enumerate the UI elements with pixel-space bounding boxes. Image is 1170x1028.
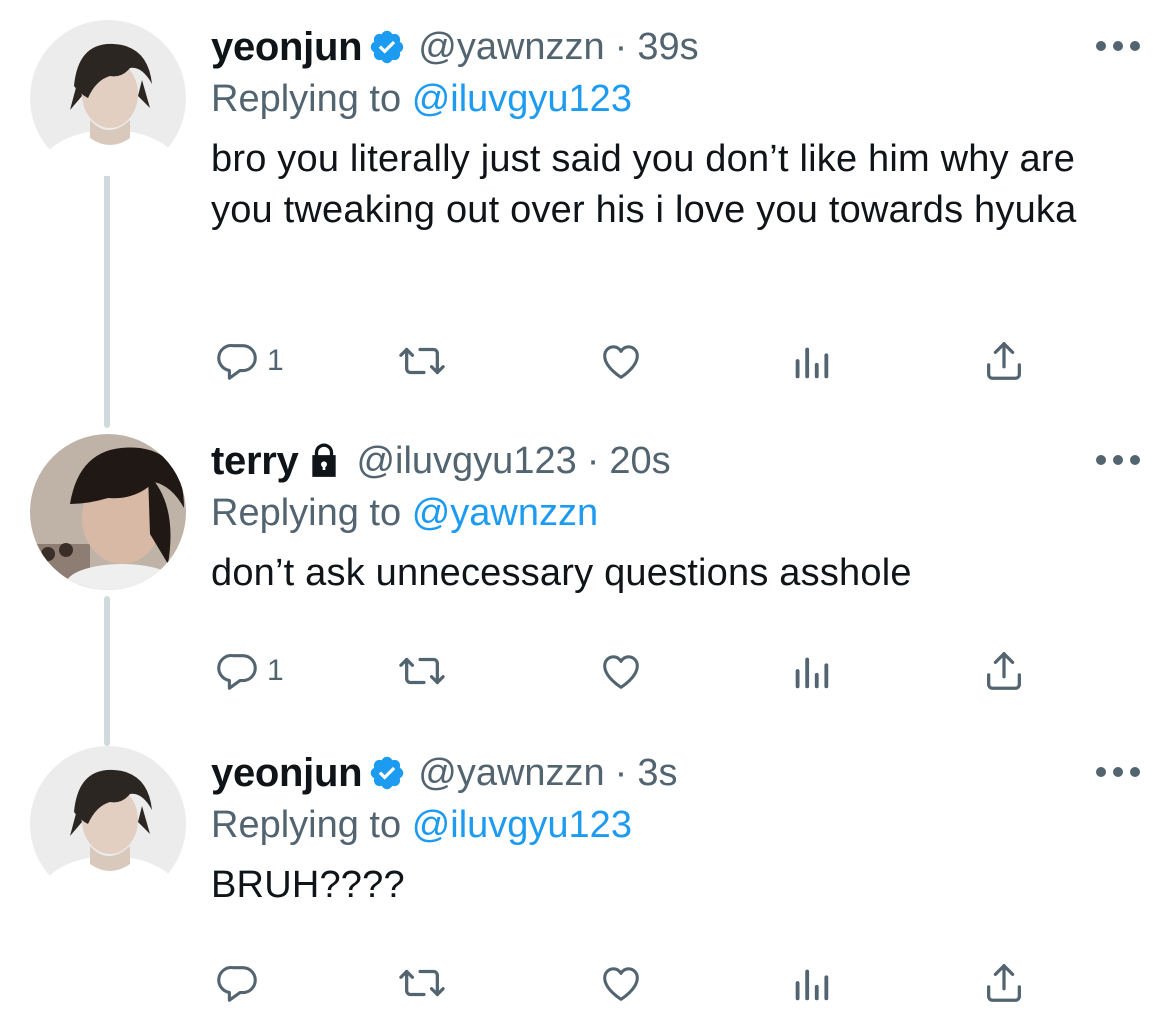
views-icon bbox=[795, 347, 829, 379]
conversation-thread: yeonjun @yawnzzn · 39s Replying to @iluv… bbox=[0, 0, 1170, 1028]
more-dot bbox=[1113, 455, 1123, 465]
share-icon bbox=[987, 342, 1021, 380]
replying-to: Replying to @yawnzzn bbox=[211, 488, 1111, 538]
timestamp[interactable]: 20s bbox=[609, 440, 670, 483]
replying-to: Replying to @iluvgyu123 bbox=[211, 800, 1111, 850]
like-icon bbox=[603, 655, 639, 689]
like-icon bbox=[603, 967, 639, 1001]
tweet[interactable]: terry @iluvgyu123 · 20s Replying to @yaw… bbox=[0, 434, 1170, 734]
reply-count: 1 bbox=[267, 654, 284, 687]
like-button[interactable] bbox=[597, 958, 645, 1008]
avatar[interactable] bbox=[30, 20, 186, 176]
avatar[interactable] bbox=[30, 746, 186, 902]
retweet-icon bbox=[399, 969, 445, 997]
more-dot bbox=[1130, 455, 1140, 465]
author-handle[interactable]: @iluvgyu123 bbox=[356, 440, 576, 483]
views-button[interactable] bbox=[791, 336, 831, 386]
share-button[interactable] bbox=[981, 646, 1027, 696]
tweet[interactable]: yeonjun @yawnzzn · 3s Replying to @iluvg… bbox=[0, 746, 1170, 1028]
retweet-icon bbox=[399, 347, 445, 375]
reply-icon bbox=[217, 966, 257, 1002]
more-dot bbox=[1096, 455, 1106, 465]
reply-button[interactable] bbox=[215, 958, 267, 1008]
more-dot bbox=[1113, 767, 1123, 777]
more-dot bbox=[1130, 767, 1140, 777]
retweet-icon bbox=[399, 657, 445, 685]
like-icon bbox=[603, 345, 639, 379]
avatar-image-yeonjun bbox=[30, 746, 186, 902]
verified-badge-icon bbox=[368, 28, 406, 66]
views-button[interactable] bbox=[791, 646, 831, 696]
share-icon bbox=[987, 964, 1021, 1002]
tweet-actions: 1 bbox=[211, 336, 1041, 386]
share-icon bbox=[987, 652, 1021, 690]
tweet[interactable]: yeonjun @yawnzzn · 39s Replying to @iluv… bbox=[0, 20, 1170, 400]
like-button[interactable] bbox=[597, 646, 645, 696]
author-name[interactable]: yeonjun bbox=[211, 751, 363, 796]
avatar[interactable] bbox=[30, 434, 186, 590]
like-button[interactable] bbox=[597, 336, 645, 386]
replying-to-link[interactable]: @iluvgyu123 bbox=[412, 78, 632, 120]
author-handle[interactable]: @yawnzzn bbox=[418, 752, 604, 795]
verified-badge-icon bbox=[368, 754, 406, 792]
separator-dot: · bbox=[586, 439, 600, 482]
replying-to-link[interactable]: @iluvgyu123 bbox=[412, 804, 632, 846]
separator-dot: · bbox=[614, 25, 628, 68]
retweet-button[interactable] bbox=[397, 646, 447, 696]
timestamp[interactable]: 39s bbox=[637, 26, 698, 69]
reply-button[interactable]: 1 bbox=[215, 336, 284, 386]
replying-to-link[interactable]: @yawnzzn bbox=[412, 492, 598, 534]
more-dot bbox=[1096, 767, 1106, 777]
author-name[interactable]: terry bbox=[211, 439, 299, 484]
replying-to: Replying to @iluvgyu123 bbox=[211, 74, 1111, 124]
more-dot bbox=[1113, 41, 1123, 51]
more-options-button[interactable] bbox=[1096, 450, 1140, 470]
reply-count: 1 bbox=[267, 344, 284, 377]
timestamp[interactable]: 3s bbox=[637, 752, 677, 795]
tweet-actions bbox=[211, 958, 1041, 1008]
avatar-image-yeonjun bbox=[30, 20, 186, 176]
protected-lock-icon bbox=[304, 441, 344, 481]
retweet-button[interactable] bbox=[397, 336, 447, 386]
reply-icon bbox=[217, 344, 257, 380]
views-icon bbox=[795, 969, 829, 1001]
share-button[interactable] bbox=[981, 958, 1027, 1008]
more-dot bbox=[1096, 41, 1106, 51]
more-options-button[interactable] bbox=[1096, 762, 1140, 782]
avatar-image-terry bbox=[30, 434, 186, 590]
replying-to-label: Replying to bbox=[211, 78, 402, 120]
views-icon bbox=[795, 657, 829, 689]
share-button[interactable] bbox=[981, 336, 1027, 386]
reply-button[interactable]: 1 bbox=[215, 646, 284, 696]
separator-dot: · bbox=[614, 751, 628, 794]
more-options-button[interactable] bbox=[1096, 36, 1140, 56]
reply-icon bbox=[217, 654, 257, 690]
views-button[interactable] bbox=[791, 958, 831, 1008]
author-name[interactable]: yeonjun bbox=[211, 25, 363, 70]
more-dot bbox=[1130, 41, 1140, 51]
tweet-text: BRUH???? bbox=[211, 864, 405, 906]
tweet-text: don’t ask unnecessary questions asshole bbox=[211, 552, 912, 594]
tweet-text: bro you literally just said you don’t li… bbox=[211, 138, 1077, 231]
author-handle[interactable]: @yawnzzn bbox=[418, 26, 604, 69]
replying-to-label: Replying to bbox=[211, 492, 402, 534]
retweet-button[interactable] bbox=[397, 958, 447, 1008]
tweet-actions: 1 bbox=[211, 646, 1041, 696]
replying-to-label: Replying to bbox=[211, 804, 402, 846]
